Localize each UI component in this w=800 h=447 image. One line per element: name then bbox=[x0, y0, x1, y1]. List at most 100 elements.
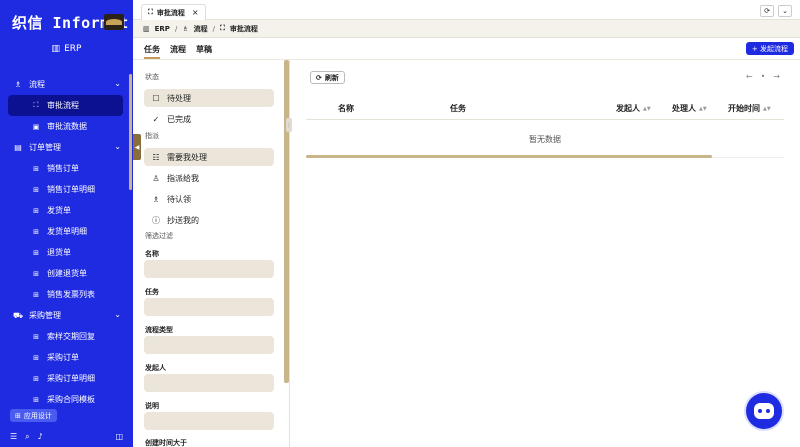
breadcrumb-item[interactable]: 流程 bbox=[194, 24, 208, 34]
horizontal-scrollbar[interactable] bbox=[306, 155, 712, 158]
app-design-button[interactable]: ⊞ 应用设计 bbox=[10, 409, 57, 422]
sidebar-item-label: 审批流程 bbox=[47, 101, 79, 110]
col-label: 任务 bbox=[450, 104, 466, 113]
sidebar-item-approval-data[interactable]: ▣ 审批流数据 bbox=[8, 116, 123, 137]
grid-icon: ⊞ bbox=[33, 227, 39, 236]
org-switcher[interactable]: ▥ ERP bbox=[0, 44, 133, 54]
refresh-label: 刷新 bbox=[324, 73, 339, 82]
initiator-input[interactable] bbox=[144, 374, 274, 392]
col-task[interactable]: 任务 bbox=[450, 103, 466, 114]
task-input[interactable] bbox=[144, 298, 274, 316]
field-label-name: 名称 bbox=[145, 250, 159, 258]
filter-pending[interactable]: ☐ 待处理 bbox=[144, 89, 274, 107]
nav-group-flow[interactable]: ♗ 流程 ⌄ bbox=[0, 74, 133, 95]
sidebar-item-purchase-order-detail[interactable]: ⊞ 采购订单明细 bbox=[8, 368, 123, 389]
sidebar: 织信 Informat ▥ ERP ♗ 流程 ⌄ ⛶ 审批流程 ▣ 审批流数据 … bbox=[0, 0, 133, 447]
sidebar-item-delivery-detail[interactable]: ⊞ 发货单明细 bbox=[8, 221, 123, 242]
collapse-sidebar-icon[interactable]: ◫ bbox=[115, 432, 123, 442]
tab-approval-flow[interactable]: ⛶ 审批流程 × bbox=[141, 4, 206, 20]
filter-to-claim[interactable]: ♗ 待认领 bbox=[144, 190, 274, 208]
chevron-down-icon[interactable]: ⌄ bbox=[778, 5, 792, 17]
info-icon: ⓘ bbox=[152, 215, 160, 225]
sidebar-item-label: 审批流数据 bbox=[47, 122, 87, 131]
tab-label: 审批流程 bbox=[156, 8, 185, 17]
person-icon: ♙ bbox=[152, 173, 160, 183]
sort-icon[interactable]: ▲▼ bbox=[699, 106, 707, 112]
sort-icon[interactable]: ▲▼ bbox=[763, 106, 771, 112]
sidebar-item-label: 索样交期回复 bbox=[47, 332, 95, 341]
menu-icon[interactable]: ☰ bbox=[10, 432, 17, 442]
filter-cc-me[interactable]: ⓘ 抄送我的 bbox=[144, 211, 274, 229]
chart-icon: ▣ bbox=[32, 122, 40, 131]
tab-flow[interactable]: 流程 bbox=[170, 44, 186, 55]
collapse-handle[interactable]: ◀ bbox=[133, 134, 141, 160]
flow-type-input[interactable] bbox=[144, 336, 274, 354]
filter-section-label: 筛选过滤 bbox=[145, 232, 173, 240]
sidebar-item-label: 采购订单明细 bbox=[47, 374, 95, 383]
nav-group-purchase[interactable]: ⛟ 采购管理 ⌄ bbox=[0, 305, 133, 326]
sidebar-item-sales-order-detail[interactable]: ⊞ 销售订单明细 bbox=[8, 179, 123, 200]
org-name: ERP bbox=[64, 44, 82, 54]
sidebar-item-invoice-list[interactable]: ⊞ 销售发票列表 bbox=[8, 284, 123, 305]
filter-item-label: 待处理 bbox=[167, 93, 191, 103]
col-label: 处理人 bbox=[672, 104, 696, 113]
field-label-initiator: 发起人 bbox=[145, 364, 166, 372]
square-icon: ☐ bbox=[152, 93, 160, 103]
col-label: 开始时间 bbox=[728, 104, 760, 113]
search-icon[interactable]: ⌕ bbox=[25, 432, 29, 442]
col-initiator[interactable]: 发起人 ▲▼ bbox=[616, 103, 651, 114]
logo[interactable]: 织信 Informat bbox=[12, 12, 129, 32]
next-page-icon[interactable]: → bbox=[773, 72, 780, 81]
start-flow-button[interactable]: + 发起流程 bbox=[745, 42, 794, 55]
sidebar-item-contract-template[interactable]: ⊞ 采购合同模板 bbox=[8, 389, 123, 410]
sidebar-scrollbar[interactable] bbox=[129, 74, 132, 190]
sidebar-item-label: 创建退货单 bbox=[47, 269, 87, 278]
sidebar-item-create-return[interactable]: ⊞ 创建退货单 bbox=[8, 263, 123, 284]
col-label: 发起人 bbox=[616, 104, 640, 113]
field-label-flow-type: 流程类型 bbox=[145, 326, 173, 334]
table-header: 名称 任务 发起人 ▲▼ 处理人 ▲▼ 开始时间 ▲▼ bbox=[306, 98, 784, 120]
side-nav: ♗ 流程 ⌄ ⛶ 审批流程 ▣ 审批流数据 ▤ 订单管理 ⌄ ⊞ 销售订单 ⊞ … bbox=[0, 74, 133, 410]
filter-item-label: 抄送我的 bbox=[167, 215, 199, 225]
name-input[interactable] bbox=[144, 260, 274, 278]
sidebar-item-delivery[interactable]: ⊞ 发货单 bbox=[8, 200, 123, 221]
sidebar-item-label: 销售订单 bbox=[47, 164, 79, 173]
refresh-icon[interactable]: ⟳ bbox=[760, 5, 774, 17]
col-label: 名称 bbox=[338, 104, 354, 113]
sidebar-item-sales-order[interactable]: ⊞ 销售订单 bbox=[8, 158, 123, 179]
filter-item-label: 需要我处理 bbox=[167, 152, 207, 162]
filter-completed[interactable]: ✓ 已完成 bbox=[144, 110, 274, 128]
sidebar-item-sample-reply[interactable]: ⊞ 索样交期回复 bbox=[8, 326, 123, 347]
nav-group-label: 订单管理 bbox=[29, 143, 61, 152]
nav-group-orders[interactable]: ▤ 订单管理 ⌄ bbox=[0, 137, 133, 158]
field-label-task: 任务 bbox=[145, 288, 159, 296]
chevron-down-icon: ⌄ bbox=[114, 79, 121, 88]
filter-need-me[interactable]: ☷ 需要我处理 bbox=[144, 148, 274, 166]
filter-item-label: 已完成 bbox=[167, 114, 191, 124]
sort-icon[interactable]: ▲▼ bbox=[643, 106, 651, 112]
col-handler[interactable]: 处理人 ▲▼ bbox=[672, 103, 707, 114]
description-input[interactable] bbox=[144, 412, 274, 430]
col-name[interactable]: 名称 bbox=[338, 103, 354, 114]
task-table-area: ⟳ 刷新 ← • → 名称 任务 发起人 ▲▼ 处理人 ▲▼ 开始时间 ▲▼ 暂… bbox=[290, 60, 800, 447]
breadcrumb-item[interactable]: 审批流程 bbox=[230, 24, 258, 34]
close-icon[interactable]: × bbox=[192, 8, 199, 17]
sidebar-footer: ☰ ⌕ ♪ ◫ bbox=[10, 432, 123, 442]
logo-mark-icon bbox=[104, 14, 124, 30]
nav-group-label: 采购管理 bbox=[29, 311, 61, 320]
prev-page-icon[interactable]: ← bbox=[746, 72, 753, 81]
tab-task[interactable]: 任务 bbox=[144, 44, 160, 59]
col-start-time[interactable]: 开始时间 ▲▼ bbox=[728, 103, 771, 114]
breadcrumb: ▥ ERP / ♗ 流程 / ⛶ 审批流程 bbox=[133, 20, 800, 38]
refresh-button[interactable]: ⟳ 刷新 bbox=[310, 71, 345, 84]
filter-item-label: 指派给我 bbox=[167, 173, 199, 183]
grid-icon: ⊞ bbox=[33, 185, 39, 194]
sidebar-item-purchase-order[interactable]: ⊞ 采购订单 bbox=[8, 347, 123, 368]
bell-icon[interactable]: ♪ bbox=[38, 432, 43, 442]
filter-assigned-to-me[interactable]: ♙ 指派给我 bbox=[144, 169, 274, 187]
tab-draft[interactable]: 草稿 bbox=[196, 44, 212, 55]
sidebar-item-return[interactable]: ⊞ 退货单 bbox=[8, 242, 123, 263]
assistant-bot-button[interactable] bbox=[746, 393, 782, 429]
breadcrumb-item[interactable]: ERP bbox=[155, 25, 170, 33]
sidebar-item-approval-flow[interactable]: ⛶ 审批流程 bbox=[8, 95, 123, 116]
